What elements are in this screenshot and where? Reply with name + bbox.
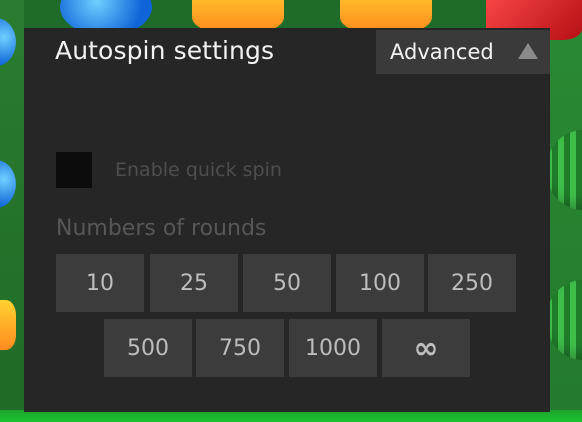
rounds-label: Numbers of rounds: [56, 216, 267, 241]
round-option-button[interactable]: 100: [336, 254, 424, 312]
quick-spin-row: Enable quick spin: [56, 152, 282, 188]
round-option-button[interactable]: 50: [243, 254, 331, 312]
round-option-button[interactable]: 750: [196, 319, 284, 377]
quick-spin-checkbox[interactable]: [56, 152, 92, 188]
round-option-button[interactable]: 1000: [289, 319, 377, 377]
quick-spin-label: Enable quick spin: [115, 159, 282, 181]
triangle-up-icon: [518, 43, 538, 59]
round-option-button[interactable]: 250: [428, 254, 516, 312]
advanced-toggle-button[interactable]: Advanced: [376, 30, 550, 74]
round-option-infinity-button[interactable]: ∞: [382, 319, 470, 377]
autospin-settings-panel: Autospin settings Advanced Enable quick …: [24, 28, 550, 412]
panel-title: Autospin settings: [55, 36, 275, 65]
round-option-button[interactable]: 500: [104, 319, 192, 377]
game-screen: Autospin settings Advanced Enable quick …: [0, 0, 582, 422]
advanced-label: Advanced: [390, 40, 494, 64]
yellow-gem-symbol: [0, 300, 16, 350]
round-option-button[interactable]: 25: [150, 254, 238, 312]
round-option-button[interactable]: 10: [56, 254, 144, 312]
